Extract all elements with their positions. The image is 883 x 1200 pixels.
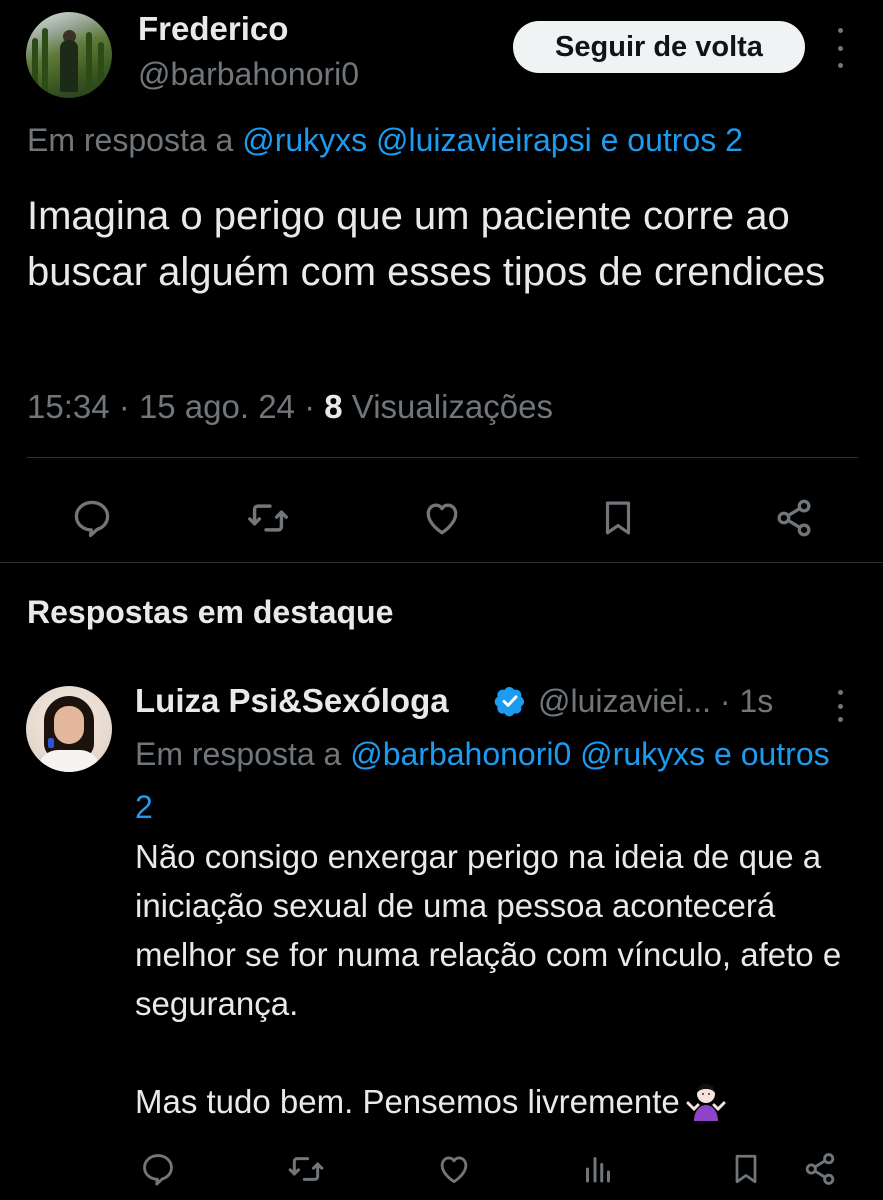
retweet-icon[interactable] — [240, 490, 296, 546]
separator-dot: · — [719, 683, 740, 719]
tweet-text: Não consigo enxergar perigo na ideia de … — [135, 832, 855, 1126]
divider — [27, 457, 858, 458]
views-label[interactable]: Visualizações — [352, 388, 553, 425]
avatar[interactable] — [26, 686, 112, 772]
mention-link[interactable]: @rukyxs — [580, 736, 705, 772]
avatar-decor — [98, 42, 104, 98]
author-name[interactable]: Luiza Psi&Sexóloga — [135, 682, 449, 720]
bookmark-icon[interactable] — [722, 1145, 770, 1193]
avatar-decor — [54, 706, 84, 744]
author-name[interactable]: Frederico — [138, 10, 288, 48]
main-tweet: Frederico @barbahonori0 Seguir de volta … — [0, 0, 883, 562]
reply-to-line: Em resposta a @rukyxs @luizavieirapsi e … — [27, 122, 743, 159]
section-title: Respostas em destaque — [27, 594, 394, 630]
more-options-icon[interactable] — [830, 690, 850, 722]
avatar-decor — [60, 40, 78, 92]
mention-link[interactable]: @rukyxs — [242, 122, 367, 158]
action-bar — [0, 480, 883, 542]
bookmark-icon[interactable] — [590, 490, 646, 546]
tweet-time[interactable]: 15:34 — [27, 388, 110, 425]
like-icon[interactable] — [430, 1145, 478, 1193]
view-count[interactable]: 8 — [324, 388, 342, 425]
avatar-decor — [42, 28, 48, 98]
avatar-decor — [48, 738, 54, 748]
tweet-text: Imagina o perigo que um paciente corre a… — [27, 194, 826, 294]
retweet-icon[interactable] — [282, 1145, 330, 1193]
page: Frederico @barbahonori0 Seguir de volta … — [0, 0, 883, 1200]
verified-badge-icon — [494, 687, 524, 717]
author-handle[interactable]: @luizaviei... — [538, 683, 711, 719]
avatar[interactable] — [26, 12, 112, 98]
reply-to-prefix: Em resposta a — [27, 122, 234, 158]
follow-back-button[interactable]: Seguir de volta — [513, 21, 805, 73]
divider — [0, 562, 883, 563]
reply-icon[interactable] — [64, 490, 120, 546]
tweet-date[interactable]: 15 ago. 24 — [139, 388, 295, 425]
separator-dot: · — [118, 388, 139, 425]
mention-link[interactable]: @luizavieirapsi — [376, 122, 592, 158]
others-link[interactable]: e outros 2 — [601, 122, 743, 158]
person-shrugging-emoji-icon — [686, 1084, 726, 1121]
views-icon[interactable] — [574, 1145, 622, 1193]
share-icon[interactable] — [766, 490, 822, 546]
reply-to-prefix: Em resposta a — [135, 736, 342, 772]
author-handle-and-time: @luizaviei... · 1s — [538, 683, 773, 720]
like-icon[interactable] — [414, 490, 470, 546]
tweet-text-body: Não consigo enxergar perigo na ideia de … — [135, 838, 842, 1120]
avatar-decor — [38, 750, 100, 772]
more-options-icon[interactable] — [830, 28, 850, 68]
action-bar — [0, 1145, 883, 1195]
avatar-decor — [32, 38, 38, 98]
reply-to-line: Em resposta a @barbahonori0 @rukyxs e ou… — [135, 728, 855, 834]
avatar-decor — [86, 32, 92, 98]
reply-icon[interactable] — [134, 1145, 182, 1193]
author-handle[interactable]: @barbahonori0 — [138, 56, 359, 93]
mention-link[interactable]: @barbahonori0 — [350, 736, 571, 772]
share-icon[interactable] — [796, 1145, 844, 1193]
separator-dot: · — [304, 388, 325, 425]
tweet-time-ago[interactable]: 1s — [739, 683, 773, 719]
tweet-meta: 15:34 · 15 ago. 24 · 8 Visualizações — [27, 388, 553, 426]
